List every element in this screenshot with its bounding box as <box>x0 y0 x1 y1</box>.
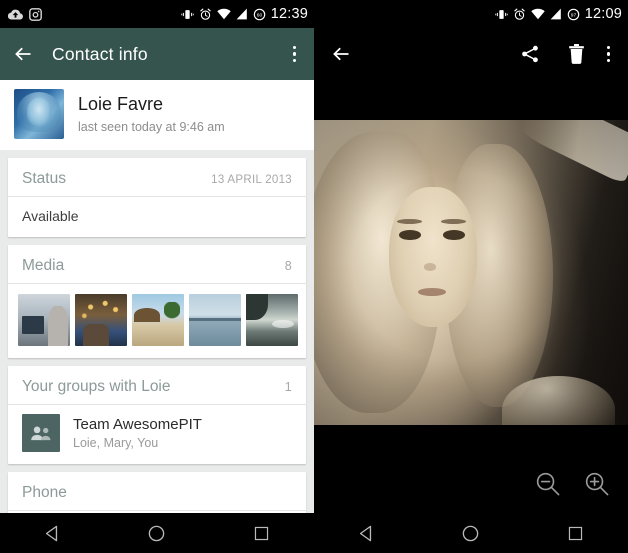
contact-last-seen: last seen today at 9:46 am <box>78 119 225 134</box>
zoom-in-icon[interactable] <box>583 470 610 497</box>
status-bar-system-icons: 97 12:09 <box>495 6 622 22</box>
groups-card-count: 1 <box>284 380 292 394</box>
page-title: Contact info <box>52 43 148 64</box>
contact-header[interactable]: Loie Favre last seen today at 9:46 am <box>0 80 314 150</box>
wifi-icon <box>216 8 231 20</box>
left-screen-contact-info: 60 12:39 Contact info Loie Favre last se… <box>0 0 314 553</box>
alarm-icon <box>199 8 212 21</box>
groups-card[interactable]: Your groups with Loie 1 Team AwesomePIT … <box>8 366 306 464</box>
overflow-menu-icon[interactable] <box>599 40 619 69</box>
avatar[interactable] <box>14 89 64 139</box>
photo-vignette <box>314 120 628 425</box>
cloud-upload-icon <box>8 8 23 21</box>
share-icon[interactable] <box>506 44 554 64</box>
media-thumb-indoor-laptop[interactable] <box>18 294 70 346</box>
group-name: Team AwesomePIT <box>73 416 202 433</box>
battery-icon: 97 <box>567 8 580 21</box>
signal-icon <box>236 8 248 20</box>
navigation-bar <box>0 513 314 553</box>
delete-icon[interactable] <box>554 44 599 64</box>
overflow-menu-icon[interactable] <box>285 40 305 69</box>
back-arrow-icon[interactable] <box>12 44 34 64</box>
status-bar: 60 12:39 <box>0 0 314 28</box>
instagram-icon <box>29 7 42 21</box>
phone-card-title: Phone <box>22 484 67 501</box>
photo-container[interactable] <box>314 120 628 425</box>
media-thumb-sunset-water[interactable] <box>246 294 298 346</box>
groups-card-title: Your groups with Loie <box>22 378 171 395</box>
contact-profile-photo[interactable] <box>314 120 628 425</box>
battery-icon: 60 <box>253 8 266 21</box>
status-bar-clock: 12:39 <box>270 6 308 22</box>
navigation-bar <box>314 513 628 553</box>
status-bar: 97 12:09 <box>314 0 628 28</box>
svg-text:97: 97 <box>571 12 577 18</box>
alarm-icon <box>513 8 526 21</box>
contact-info-content: Loie Favre last seen today at 9:46 am St… <box>0 80 314 513</box>
groups-card-header: Your groups with Loie 1 <box>8 366 306 405</box>
vibrate-icon <box>181 8 194 21</box>
wifi-icon <box>530 8 545 20</box>
status-card-value: Available <box>22 208 79 224</box>
group-members: Loie, Mary, You <box>73 436 159 450</box>
status-bar-notifications <box>8 7 42 21</box>
nav-back-icon[interactable] <box>22 513 82 553</box>
zoom-out-icon[interactable] <box>534 470 561 497</box>
media-thumb-lake-view[interactable] <box>189 294 241 346</box>
group-list-item[interactable]: Team AwesomePIT Loie, Mary, You <box>8 405 306 464</box>
media-card-count: 8 <box>284 259 292 273</box>
contact-header-texts: Loie Favre last seen today at 9:46 am <box>64 94 225 134</box>
media-card[interactable]: Media 8 <box>8 245 306 358</box>
svg-text:60: 60 <box>257 12 263 18</box>
back-arrow-icon[interactable] <box>330 44 352 64</box>
media-card-title: Media <box>22 257 65 274</box>
media-thumb-beach-hut[interactable] <box>132 294 184 346</box>
nav-recents-icon[interactable] <box>546 513 606 553</box>
status-card-title: Status <box>22 170 66 187</box>
status-bar-system-icons: 60 12:39 <box>181 6 308 22</box>
contact-name: Loie Favre <box>78 94 164 115</box>
nav-home-icon[interactable] <box>441 513 501 553</box>
phone-card[interactable]: Phone Call Mobile <box>8 472 306 513</box>
contact-info-toolbar: Contact info <box>0 28 314 80</box>
vibrate-icon <box>495 8 508 21</box>
phone-card-header: Phone <box>8 472 306 511</box>
group-texts: Team AwesomePIT Loie, Mary, You <box>73 416 202 450</box>
photo-viewer-toolbar <box>314 28 628 80</box>
avatar-face-shape <box>27 98 51 126</box>
dual-screenshot-container: 60 12:39 Contact info Loie Favre last se… <box>0 0 628 553</box>
status-card[interactable]: Status 13 APRIL 2013 Available <box>8 158 306 237</box>
group-avatar <box>22 414 60 452</box>
nav-recents-icon[interactable] <box>232 513 292 553</box>
media-card-header: Media 8 <box>8 245 306 284</box>
media-thumbnail-strip <box>8 284 306 358</box>
signal-icon <box>550 8 562 20</box>
status-card-date: 13 APRIL 2013 <box>211 174 292 186</box>
nav-home-icon[interactable] <box>127 513 187 553</box>
status-card-header: Status 13 APRIL 2013 <box>8 158 306 197</box>
group-people-icon <box>31 426 51 441</box>
right-screen-photo-viewer: 97 12:09 <box>314 0 628 553</box>
nav-back-icon[interactable] <box>336 513 396 553</box>
zoom-controls <box>314 453 628 513</box>
status-bar-clock: 12:09 <box>584 6 622 22</box>
media-thumb-cafe-lights[interactable] <box>75 294 127 346</box>
